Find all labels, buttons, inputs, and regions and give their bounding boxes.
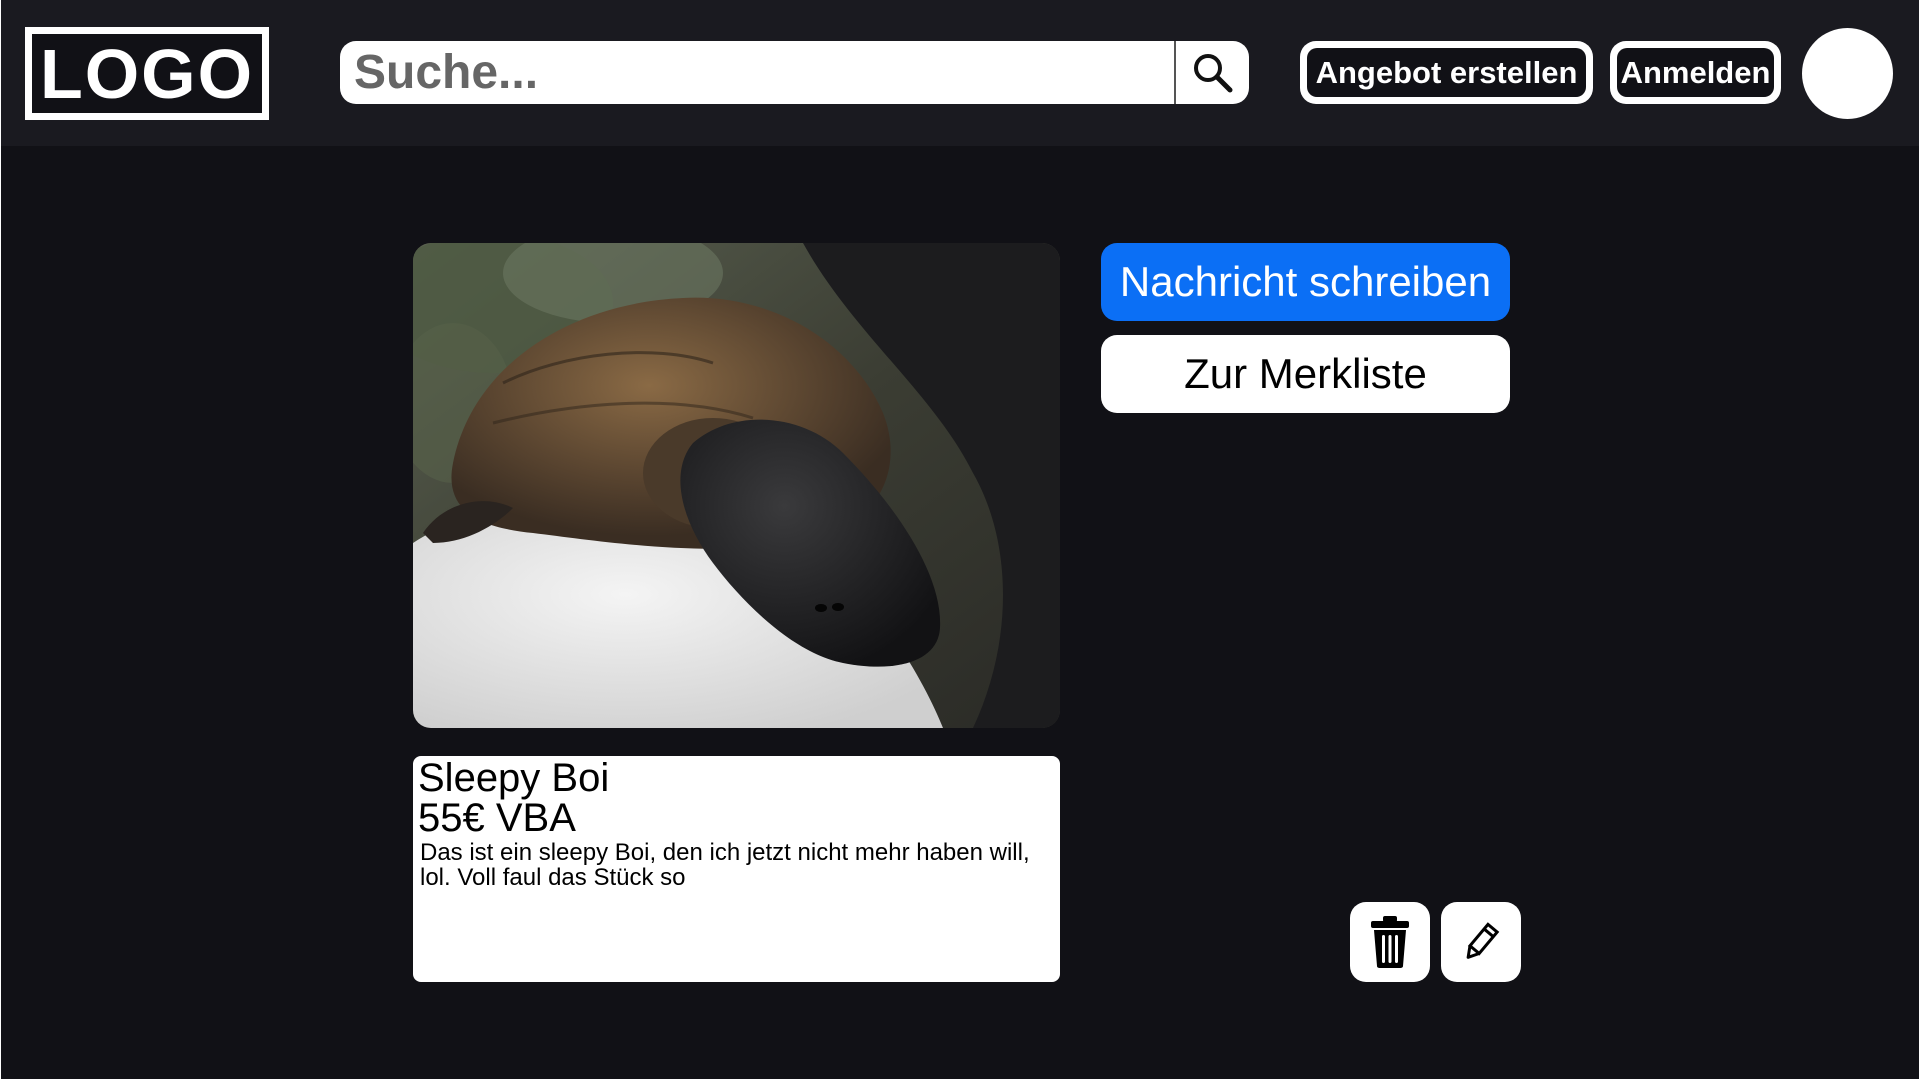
listing-description: Das ist ein sleepy Boi, den ich jetzt ni… — [420, 839, 1030, 891]
add-to-watchlist-button[interactable]: Zur Merkliste — [1101, 335, 1510, 413]
listing-title: Sleepy Boi — [418, 756, 610, 800]
search-button[interactable] — [1176, 41, 1249, 104]
edit-button[interactable] — [1441, 902, 1521, 982]
magnifier-icon — [1193, 53, 1232, 92]
product-image[interactable] — [413, 243, 1060, 728]
search-bar — [340, 41, 1249, 104]
search-input[interactable] — [340, 41, 1174, 104]
trash-icon — [1371, 916, 1409, 968]
platypus-photo — [413, 243, 1060, 728]
logo-frame: LOGO — [32, 34, 262, 113]
delete-button[interactable] — [1350, 902, 1430, 982]
logo[interactable]: LOGO — [25, 27, 269, 120]
write-message-button[interactable]: Nachricht schreiben — [1101, 243, 1510, 321]
pencil-icon — [1466, 922, 1500, 959]
avatar[interactable] — [1802, 28, 1893, 119]
top-navigation-bar: LOGO Angebot erstellen Anmelden — [1, 0, 1919, 146]
listing-price: 55€ VBA — [418, 796, 576, 840]
listing-info-card: Sleepy Boi 55€ VBA Das ist ein sleepy Bo… — [413, 756, 1060, 982]
login-label: Anmelden — [1617, 48, 1774, 97]
app-window: LOGO Angebot erstellen Anmelden — [1, 0, 1919, 1079]
create-offer-button[interactable]: Angebot erstellen — [1300, 41, 1593, 104]
logo-text: LOGO — [39, 34, 255, 113]
login-button[interactable]: Anmelden — [1610, 41, 1781, 104]
create-offer-label: Angebot erstellen — [1307, 48, 1586, 97]
